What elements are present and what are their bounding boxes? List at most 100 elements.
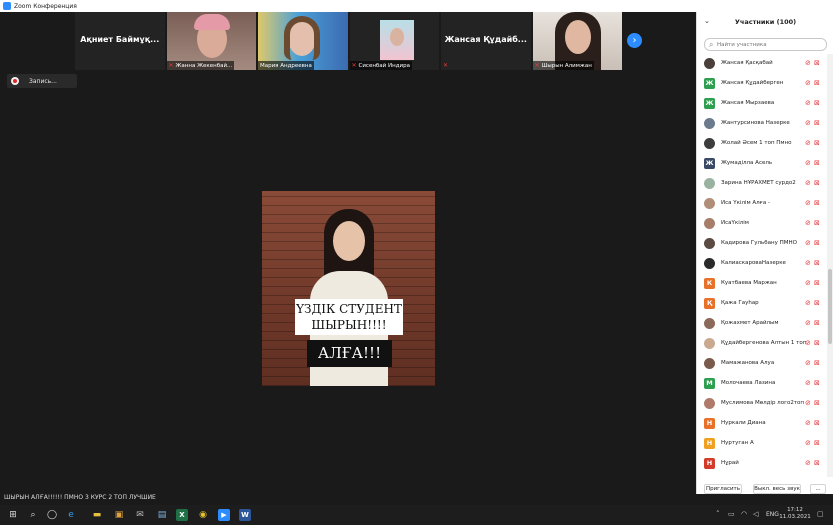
video-off-icon[interactable]: ⊠ [814,219,823,227]
participant-name: Кадирова Гульбану ПМНО [721,240,797,246]
mail-icon[interactable]: ✉ [133,508,147,522]
video-off-icon[interactable]: ⊠ [814,379,823,387]
file-explorer-icon[interactable]: ▬ [90,508,104,522]
video-off-icon[interactable]: ⊠ [814,259,823,267]
battery-icon[interactable]: ▭ [728,510,735,518]
explorer-icon[interactable]: ▤ [155,508,169,522]
scrollbar-thumb[interactable] [828,269,832,344]
notifications-icon[interactable]: ▢ [817,510,824,518]
zoom-taskbar-icon[interactable]: ▶ [218,509,230,521]
participant-row[interactable]: ⊘⊠ [697,474,827,477]
mic-muted-icon[interactable]: ⊘ [805,119,812,127]
word-icon[interactable]: W [239,509,251,521]
participant-row[interactable]: Ж Жансая Мырзаева ⊘ ⊠ [697,94,827,114]
mute-all-button[interactable]: Выкл. весь звук [753,484,801,494]
volume-icon[interactable]: ◁ [753,510,758,518]
participant-row[interactable]: Кадирова Гульбану ПМНО ⊘ ⊠ [697,234,827,254]
invite-button[interactable]: Пригласить [704,484,742,494]
mic-muted-icon[interactable]: ⊘ [805,419,812,427]
recording-indicator[interactable]: Запись... [7,74,77,88]
mic-muted-icon[interactable]: ⊘ [805,279,812,287]
participant-tile[interactable]: Мария Андреевна [258,12,348,70]
mic-muted-icon[interactable]: ⊘ [805,259,812,267]
participant-row[interactable]: Зарина НҰРАХМЕТ сурдо2 ⊘ ⊠ [697,174,827,194]
mic-muted-icon[interactable]: ⊘ [805,299,812,307]
mic-muted-icon[interactable]: ⊘ [805,379,812,387]
task-view-icon[interactable]: ◯ [45,508,59,522]
mic-muted-icon[interactable]: ⊘ [805,439,812,447]
participant-row[interactable]: Жантурсинова Назерке ⊘ ⊠ [697,114,827,134]
search-box[interactable]: ⌕ [704,38,827,51]
mic-muted-icon[interactable]: ⊘ [805,79,812,87]
mic-muted-icon[interactable]: ⊘ [805,99,812,107]
mic-muted-icon[interactable]: ⊘ [805,159,812,167]
video-off-icon[interactable]: ⊠ [814,119,823,127]
mic-muted-icon[interactable]: ⊘ [805,359,812,367]
video-off-icon[interactable]: ⊠ [814,239,823,247]
video-off-icon[interactable]: ⊠ [814,99,823,107]
mic-muted-icon[interactable]: ⊘ [805,139,812,147]
participant-row[interactable]: К Куатбаева Маржан ⊘ ⊠ [697,274,827,294]
search-icon[interactable]: ⌕ [26,508,40,522]
mic-muted-icon[interactable]: ⊘ [805,339,812,347]
video-off-icon[interactable]: ⊠ [814,79,823,87]
windows-start-icon[interactable]: ⊞ [6,508,20,522]
video-off-icon[interactable]: ⊠ [814,339,823,347]
avatar [704,178,715,189]
chevron-right-icon[interactable]: › [627,33,642,48]
participant-row[interactable]: Жансая Қасқабай ⊘ ⊠ [697,54,827,74]
video-off-icon[interactable]: ⊠ [814,59,823,67]
mic-muted-icon[interactable]: ⊘ [805,319,812,327]
participant-row[interactable]: КалиаскароваНазерке ⊘ ⊠ [697,254,827,274]
participant-row[interactable]: Ж Жансая Құдайберген ⊘ ⊠ [697,74,827,94]
participant-tile[interactable]: ✕ Жанна Жекенбай... [166,12,256,70]
participant-tile[interactable]: ✕ Шырын Алимжан [532,12,622,70]
store-icon[interactable]: ▣ [112,508,126,522]
wifi-icon[interactable]: ◠ [741,510,747,518]
mic-muted-icon[interactable]: ⊘ [805,219,812,227]
participant-row[interactable]: Иса Үкілім Алға - ⊘ ⊠ [697,194,827,214]
video-off-icon[interactable]: ⊠ [814,139,823,147]
participant-row[interactable]: Жолай Әсем 1 топ Пмно ⊘ ⊠ [697,134,827,154]
participant-row[interactable]: ИсаҮкілім ⊘ ⊠ [697,214,827,234]
mic-muted-icon[interactable]: ⊘ [805,59,812,67]
participant-tile[interactable]: Жансая Құдайб... ✕ [441,12,531,70]
participant-row[interactable]: Ж Жумаділла Асель ⊘ ⊠ [697,154,827,174]
participant-row[interactable]: Муслимова Мөлдір логo2топ ⊘ ⊠ [697,394,827,414]
chrome-icon[interactable]: ◉ [196,508,210,522]
search-input[interactable] [717,40,822,49]
excel-icon[interactable]: X [176,509,188,521]
mic-muted-icon[interactable]: ⊘ [805,459,812,467]
edge-browser-icon[interactable]: e [64,508,78,522]
chevron-up-icon[interactable]: ˄ [716,510,720,518]
participant-row[interactable]: Құдайбергенова Алтын 1 топ ⊘ ⊠ [697,334,827,354]
participant-row[interactable]: Мамажанова Алуа ⊘ ⊠ [697,354,827,374]
video-off-icon[interactable]: ⊠ [814,179,823,187]
video-off-icon[interactable]: ⊠ [814,459,823,467]
participant-row[interactable]: Қожахмет Арайлым ⊘ ⊠ [697,314,827,334]
video-off-icon[interactable]: ⊠ [814,419,823,427]
mic-muted-icon[interactable]: ⊘ [805,179,812,187]
language-indicator[interactable]: ENG [766,511,779,518]
video-off-icon[interactable]: ⊠ [814,319,823,327]
clock[interactable]: 17:12 11.03.2021 [779,507,811,521]
video-off-icon[interactable]: ⊠ [814,359,823,367]
participant-row[interactable]: Н Нуркали Диана ⊘ ⊠ [697,414,827,434]
video-off-icon[interactable]: ⊠ [814,299,823,307]
video-off-icon[interactable]: ⊠ [814,399,823,407]
mic-muted-icon[interactable]: ⊘ [805,399,812,407]
participant-row[interactable]: Қ Қажа Гауһар ⊘ ⊠ [697,294,827,314]
video-off-icon[interactable]: ⊠ [814,159,823,167]
video-off-icon[interactable]: ⊠ [814,439,823,447]
video-off-icon[interactable]: ⊠ [814,199,823,207]
more-button[interactable]: ... [810,484,826,494]
participant-tile[interactable]: Ақниет Баймұқ... [75,12,165,70]
participant-row[interactable]: М Молочаева Лазина ⊘ ⊠ [697,374,827,394]
participant-tile[interactable]: ✕ Сисенбай Индира [349,12,439,70]
video-off-icon[interactable]: ⊠ [814,279,823,287]
scrollbar[interactable] [827,54,833,477]
mic-muted-icon[interactable]: ⊘ [805,199,812,207]
mic-muted-icon[interactable]: ⊘ [805,239,812,247]
participant-row[interactable]: Н Нуртуган А ⊘ ⊠ [697,434,827,454]
participant-row[interactable]: Н Нұрай ⊘ ⊠ [697,454,827,474]
